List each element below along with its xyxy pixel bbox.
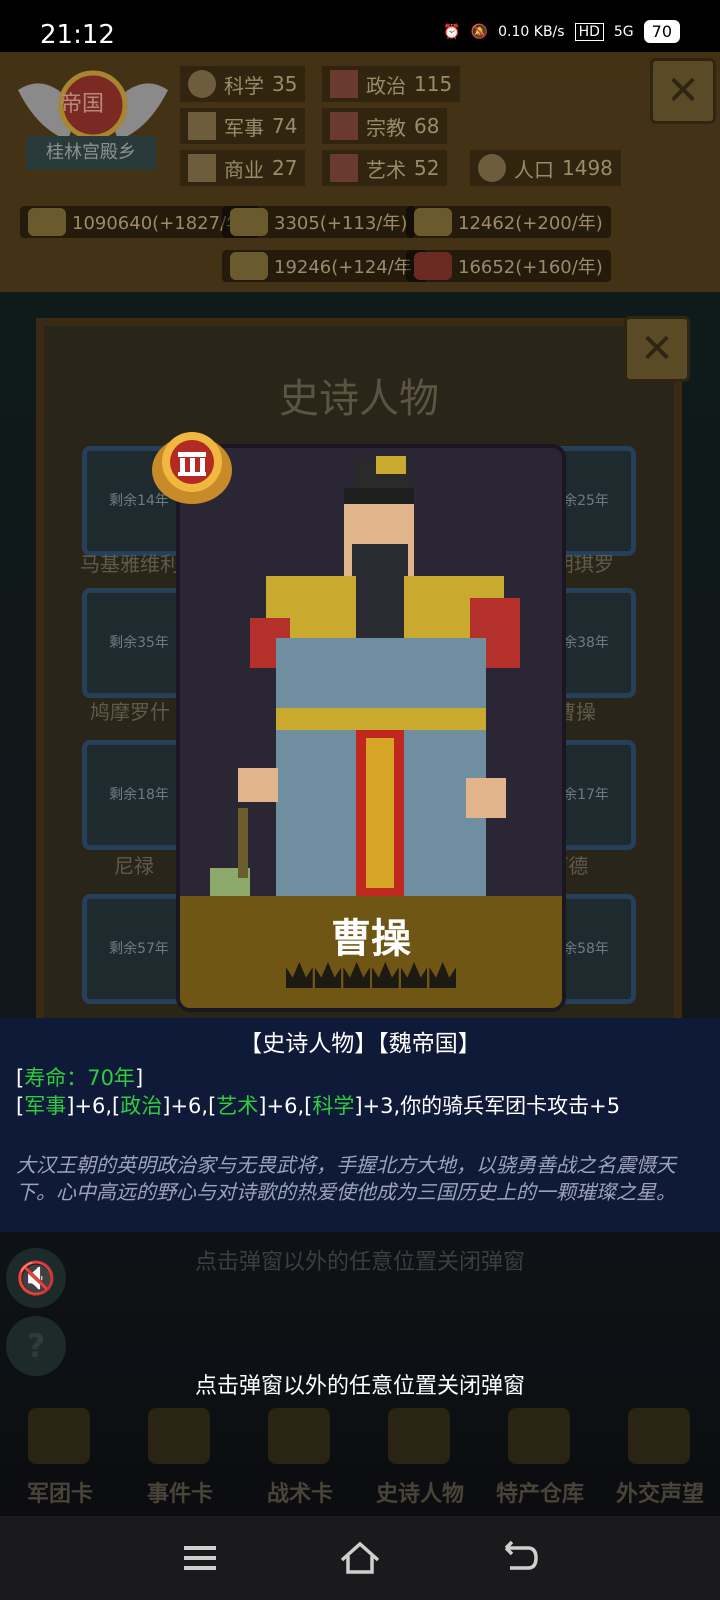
cross-icon: [330, 112, 358, 140]
nav-epic-figures[interactable]: 史诗人物: [360, 1404, 480, 1516]
clock: 21:12: [40, 20, 115, 50]
slot-name: 鸠摩罗什: [90, 700, 170, 724]
chest-icon: [508, 1408, 570, 1464]
wood-icon: [230, 208, 268, 236]
scales-icon: [188, 154, 216, 182]
slot-name: 尼禄: [114, 854, 154, 878]
card-effect: [军事]+6,[政治]+6,[艺术]+6,[科学]+3,你的骑兵军团卡攻击+5: [16, 1094, 621, 1118]
mute-icon: 🔕: [470, 23, 489, 40]
lore-text: 大汉王朝的英明政治家与无畏武将，手握北方大地，以骁勇善战之名震慑天下。心中高远的…: [16, 1153, 676, 1204]
stat-science: 科学 35: [180, 66, 306, 102]
stat-military: 军事 74: [180, 108, 306, 144]
stat-art: 艺术 52: [322, 150, 448, 186]
crown-icon: [372, 962, 399, 988]
menu-icon[interactable]: [178, 1536, 222, 1580]
close-hint: 点击弹窗以外的任意位置关闭弹窗: [194, 1374, 525, 1399]
empire-title: 帝国: [60, 92, 105, 117]
signal-icon: 5G: [613, 23, 634, 40]
temple-icon: [330, 70, 358, 98]
stone-icon: [230, 252, 268, 280]
home-icon[interactable]: [338, 1536, 382, 1580]
envelope-icon: [628, 1408, 690, 1464]
slot-name: 马基雅维利: [80, 552, 180, 576]
mute-sound-icon[interactable]: 🔇: [6, 1248, 66, 1308]
politics-badge-icon: [152, 432, 232, 504]
resource-wood: 3305(+113/年): [222, 206, 416, 238]
character-description: 【史诗人物】【魏帝国】 [寿命：70年] [军事]+6,[政治]+6,[艺术]+…: [0, 1018, 720, 1232]
network-speed: 0.10 KB/s: [498, 23, 565, 40]
hd-icon: HD: [574, 22, 604, 41]
crossed-swords-icon: [188, 112, 216, 140]
crown-icon: [388, 1408, 450, 1464]
person-icon: [478, 154, 506, 182]
resource-stone: 19246(+124/年): [222, 250, 427, 282]
empire-location: 桂林宫殿乡: [26, 136, 156, 170]
stat-politics: 政治 115: [322, 66, 461, 102]
panel-title: 史诗人物: [279, 376, 439, 422]
stat-population: 人口 1498: [470, 150, 621, 186]
character-name: 曹操: [331, 916, 411, 962]
scroll-icon: [148, 1408, 210, 1464]
helmet-icon: [28, 1408, 90, 1464]
lifespan: [寿命：70年]: [16, 1066, 144, 1090]
background-hint: 点击弹窗以外的任意位置关闭弹窗: [194, 1250, 525, 1275]
system-navigation-bar: [0, 1516, 720, 1600]
crown-icon: [286, 962, 313, 988]
crown-icon: [314, 962, 342, 988]
nav-specialty-warehouse[interactable]: 特产仓库: [480, 1404, 600, 1516]
bottom-navigation: 军团卡 事件卡 战术卡 史诗人物 特产仓库 外交声望: [0, 1404, 720, 1516]
crown-icon: [429, 962, 457, 988]
close-panel-button[interactable]: ✕: [624, 316, 690, 382]
shield-icon: [268, 1408, 330, 1464]
crown-icon: [400, 962, 428, 988]
battery-icon: 70: [643, 20, 680, 43]
meat-icon: [414, 252, 452, 280]
stat-commerce: 商业 27: [180, 150, 306, 186]
resource-iron: 12462(+200/年): [406, 206, 611, 238]
nav-tactic-cards[interactable]: 战术卡: [240, 1404, 360, 1516]
help-icon[interactable]: ?: [6, 1316, 66, 1376]
close-top-button[interactable]: ✕: [650, 58, 716, 124]
gold-icon: [28, 208, 66, 236]
nav-event-cards[interactable]: 事件卡: [120, 1404, 240, 1516]
nav-diplomacy[interactable]: 外交声望: [600, 1404, 720, 1516]
character-portrait: [180, 448, 562, 896]
crown-icon: [343, 962, 371, 988]
lotus-icon: [330, 154, 358, 182]
card-type-header: 【史诗人物】【魏帝国】: [239, 1031, 481, 1057]
planet-icon: [188, 70, 216, 98]
nav-legion-cards[interactable]: 军团卡: [0, 1404, 120, 1516]
alarm-icon: ⏰: [443, 23, 461, 40]
crown-rating: [286, 962, 457, 988]
iron-icon: [414, 208, 452, 236]
character-card: 曹操: [176, 444, 566, 1012]
back-icon[interactable]: [498, 1536, 542, 1580]
resource-meat: 16652(+160/年): [406, 250, 611, 282]
status-icons: ⏰ 🔕 0.10 KB/s HD 5G 70: [443, 20, 680, 43]
stat-religion: 宗教 68: [322, 108, 448, 144]
